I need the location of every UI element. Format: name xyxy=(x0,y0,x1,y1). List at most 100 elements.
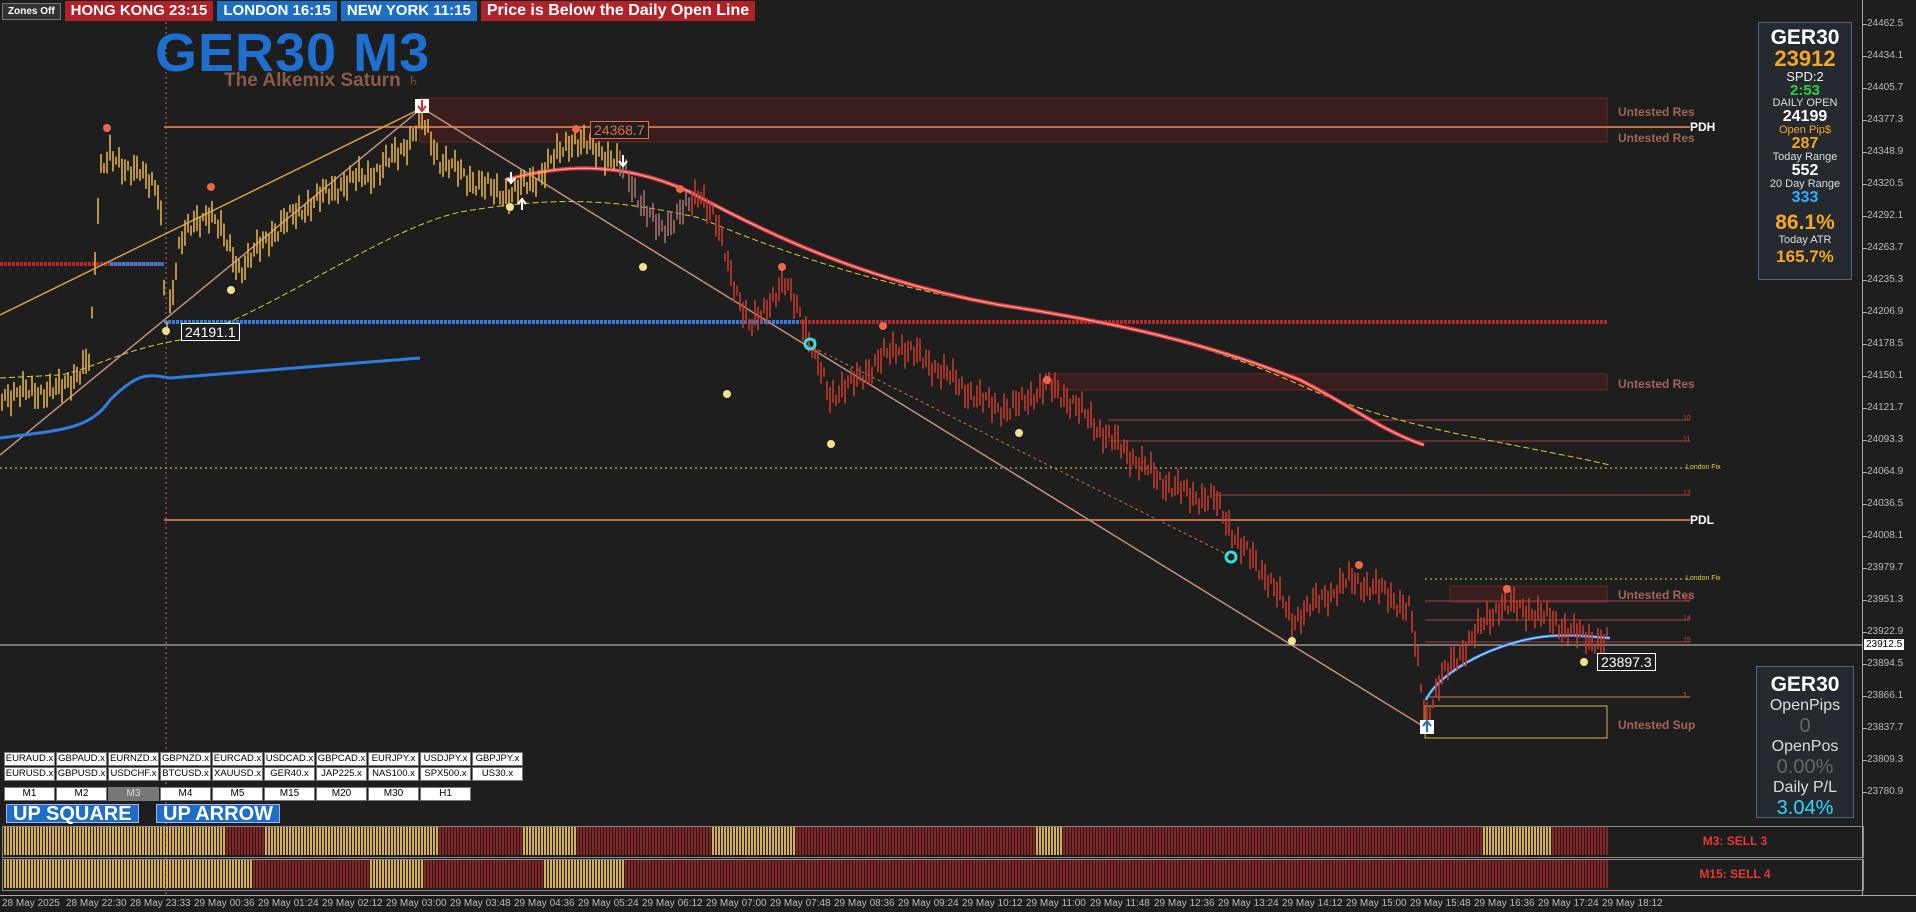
target-circle-icon xyxy=(803,337,817,351)
timeframe-button-m15[interactable]: M15 xyxy=(264,787,315,801)
strip-bar xyxy=(766,860,768,888)
timeframe-button-h1[interactable]: H1 xyxy=(420,787,471,801)
strip-bar xyxy=(526,860,528,888)
symbol-button[interactable]: GBPJPY.x xyxy=(472,752,523,766)
timeframe-button-m1[interactable]: M1 xyxy=(4,787,55,801)
strip-bar xyxy=(442,860,444,888)
strip-bar xyxy=(838,860,840,888)
strip-bar xyxy=(1291,827,1293,855)
up-square-button[interactable]: UP SQUARE xyxy=(6,804,139,824)
price-axis-label: 23837.7 xyxy=(1867,722,1904,733)
strip-bar xyxy=(1027,860,1029,888)
symbol-button[interactable]: GBPCAD.x xyxy=(316,752,367,766)
strip-bar xyxy=(874,860,876,888)
symbol-button[interactable]: EURUSD.x xyxy=(4,767,55,781)
level-label: 10 xyxy=(1683,415,1691,422)
symbol-button[interactable]: JAP225.x xyxy=(316,767,367,781)
strip-bar xyxy=(676,827,678,855)
zones-toggle-button[interactable]: Zones Off xyxy=(2,2,61,20)
symbol-button[interactable]: NAS100.x xyxy=(368,767,419,781)
price-axis[interactable]: 24462.5 24434.1 24405.7 24377.3 24348.9 24320… xyxy=(1862,0,1916,895)
swing-high-price-box: 24368.7 xyxy=(590,121,649,139)
strip-bar xyxy=(1114,860,1116,888)
strip-bar xyxy=(1297,827,1299,855)
strip-bar xyxy=(559,860,561,888)
swing-low-dot xyxy=(506,203,514,211)
untested-sup-label: Untested Sup xyxy=(1618,718,1696,732)
strip-bar xyxy=(1063,827,1065,855)
timeframe-button-m3[interactable]: M3 xyxy=(108,787,159,801)
strip-bar xyxy=(802,860,804,888)
strip-bar xyxy=(265,827,267,855)
strip-bar xyxy=(706,860,708,888)
strip-bar xyxy=(1057,827,1059,855)
strip-bar xyxy=(1486,827,1488,855)
strip-bar xyxy=(865,827,867,855)
time-axis-label: 29 May 03:48 xyxy=(450,898,511,909)
strip-bar xyxy=(772,860,774,888)
timeframe-button-m5[interactable]: M5 xyxy=(212,787,263,801)
time-axis-label: 29 May 02:12 xyxy=(322,898,383,909)
strip-bar xyxy=(610,860,612,888)
strip-bar xyxy=(1567,860,1569,888)
strip-bar xyxy=(1105,827,1107,855)
timeframe-button-m30[interactable]: M30 xyxy=(368,787,419,801)
strip-bar xyxy=(454,860,456,888)
strip-bar xyxy=(46,860,48,888)
strip-bar xyxy=(1597,860,1599,888)
strip-bar xyxy=(202,860,204,888)
symbol-button[interactable]: EURNZD.x xyxy=(108,752,159,766)
strip-bar xyxy=(1006,860,1008,888)
symbol-button[interactable]: GER40.x xyxy=(264,767,315,781)
strip-bar xyxy=(1267,860,1269,888)
strip-bar xyxy=(1552,860,1554,888)
symbol-button[interactable]: USDJPY.x xyxy=(420,752,471,766)
strip-bar xyxy=(190,860,192,888)
strip-bar xyxy=(1174,860,1176,888)
strip-bar xyxy=(1039,860,1041,888)
time-axis-label: 29 May 15:48 xyxy=(1410,898,1471,909)
strip-bar xyxy=(1414,827,1416,855)
info-range-percent: 86.1% xyxy=(1775,211,1835,234)
symbol-button[interactable]: USDCHF.x xyxy=(108,767,159,781)
strip-bar xyxy=(1369,860,1371,888)
strip-bar xyxy=(1471,827,1473,855)
strip-bar xyxy=(1198,827,1200,855)
strip-bar xyxy=(1135,827,1137,855)
symbol-button[interactable]: EURJPY.x xyxy=(368,752,419,766)
strip-bar xyxy=(1000,860,1002,888)
level-label: 11 xyxy=(1683,436,1691,443)
strip-bar xyxy=(901,827,903,855)
strip-bar xyxy=(1594,860,1596,888)
symbol-button[interactable]: BTCUSD.x xyxy=(160,767,211,781)
timeframe-button-m20[interactable]: M20 xyxy=(316,787,367,801)
strip-bar xyxy=(1435,827,1437,855)
up-arrow-button[interactable]: UP ARROW xyxy=(156,804,280,824)
symbol-button[interactable]: GBPUSD.x xyxy=(56,767,107,781)
strip-bar xyxy=(547,827,549,855)
strip-bar xyxy=(766,827,768,855)
time-axis[interactable]: 28 May 2025 28 May 22:30 28 May 23:33 29 Ma… xyxy=(0,895,1916,912)
strip-bar xyxy=(1417,827,1419,855)
strip-bar xyxy=(883,860,885,888)
symbol-button[interactable]: GBPNZD.x xyxy=(160,752,211,766)
timeframe-button-m2[interactable]: M2 xyxy=(56,787,107,801)
strip-bar xyxy=(724,860,726,888)
symbol-button[interactable]: SPX500.x xyxy=(420,767,471,781)
symbol-button[interactable]: EURAUD.x xyxy=(4,752,55,766)
symbol-button[interactable]: GBPAUD.x xyxy=(56,752,107,766)
symbol-button[interactable]: XAUUSD.x xyxy=(212,767,263,781)
symbol-button[interactable]: EURCAD.x xyxy=(212,752,263,766)
strip-bar xyxy=(1060,827,1062,855)
m15-signal-strip xyxy=(4,860,1608,888)
strip-bar xyxy=(1030,827,1032,855)
strip-bar xyxy=(160,827,162,855)
strip-bar xyxy=(904,860,906,888)
symbol-button[interactable]: US30.x xyxy=(472,767,523,781)
timeframe-button-m4[interactable]: M4 xyxy=(160,787,211,801)
symbol-button[interactable]: USDCAD.x xyxy=(264,752,315,766)
strip-bar xyxy=(1096,860,1098,888)
strip-bar xyxy=(397,860,399,888)
strip-bar xyxy=(511,860,513,888)
strip-bar xyxy=(844,860,846,888)
